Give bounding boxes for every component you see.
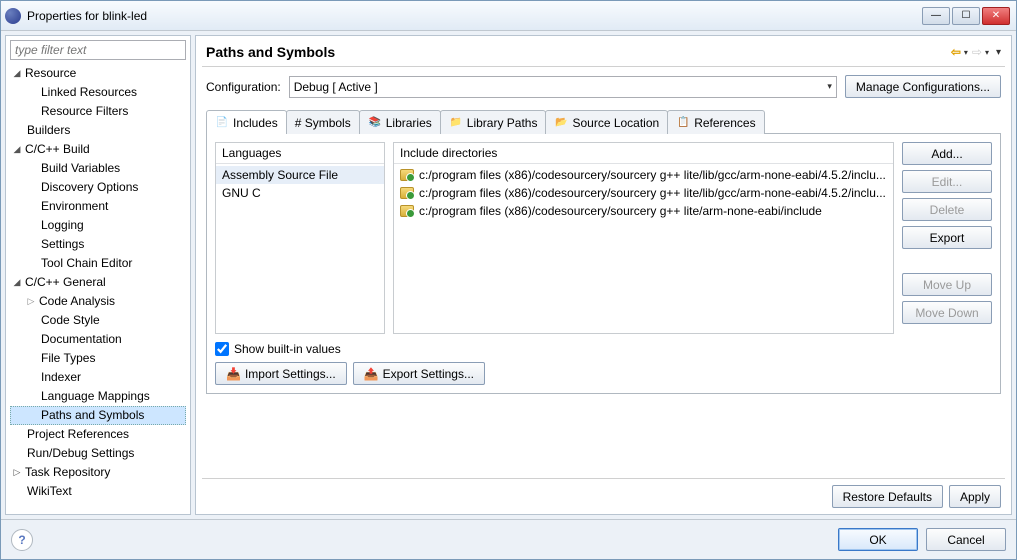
import-settings-button[interactable]: 📥Import Settings... <box>215 362 347 385</box>
include-row[interactable]: c:/program files (x86)/codesourcery/sour… <box>394 202 893 220</box>
eclipse-icon <box>5 8 21 24</box>
export-icon: 📤 <box>364 367 379 381</box>
languages-header: Languages <box>216 143 384 164</box>
titlebar: Properties for blink-led — ☐ ✕ <box>1 1 1016 31</box>
nav-tree[interactable]: ◢Resource Linked Resources Resource Filt… <box>10 64 186 510</box>
cancel-button[interactable]: Cancel <box>926 528 1006 551</box>
nav-arrows: ⇦▾ ⇨▾ ▾ <box>951 45 1001 59</box>
tree-item-indexer[interactable]: Indexer <box>10 368 186 387</box>
folder-icon <box>400 187 414 199</box>
maximize-button[interactable]: ☐ <box>952 7 980 25</box>
tree-item-language-mappings[interactable]: Language Mappings <box>10 387 186 406</box>
tree-item-environment[interactable]: Environment <box>10 197 186 216</box>
tree-item-ccpp-build[interactable]: ◢C/C++ Build <box>10 140 186 159</box>
minimize-button[interactable]: — <box>922 7 950 25</box>
tree-item-wikitext[interactable]: WikiText <box>10 482 186 501</box>
forward-button[interactable]: ⇨▾ <box>972 45 989 59</box>
filter-input[interactable] <box>10 40 186 60</box>
help-button[interactable]: ? <box>11 529 33 551</box>
move-down-button[interactable]: Move Down <box>902 301 992 324</box>
tree-item-code-style[interactable]: Code Style <box>10 311 186 330</box>
expand-icon[interactable]: ▷ <box>25 293 37 310</box>
restore-defaults-button[interactable]: Restore Defaults <box>832 485 943 508</box>
folder-icon <box>400 169 414 181</box>
tab-references[interactable]: 📋References <box>667 110 764 134</box>
tree-item-documentation[interactable]: Documentation <box>10 330 186 349</box>
tree-item-ccpp-general[interactable]: ◢C/C++ General <box>10 273 186 292</box>
export-button[interactable]: Export <box>902 226 992 249</box>
add-button[interactable]: Add... <box>902 142 992 165</box>
collapse-icon[interactable]: ◢ <box>11 141 23 158</box>
configuration-value: Debug [ Active ] <box>294 80 378 94</box>
tab-includes[interactable]: 📄Includes <box>206 110 287 134</box>
library-paths-icon: 📁 <box>449 116 463 130</box>
tab-symbols[interactable]: # Symbols <box>286 110 360 134</box>
source-location-icon: 📂 <box>554 116 568 130</box>
show-builtin-checkbox[interactable] <box>215 342 229 356</box>
expand-icon[interactable]: ▷ <box>11 464 23 481</box>
chevron-down-icon: ▾ <box>827 81 832 92</box>
tree-item-discovery-options[interactable]: Discovery Options <box>10 178 186 197</box>
tree-item-task-repository[interactable]: ▷Task Repository <box>10 463 186 482</box>
includes-icon: 📄 <box>215 116 229 130</box>
page-title: Paths and Symbols <box>206 44 335 60</box>
delete-button[interactable]: Delete <box>902 198 992 221</box>
edit-button[interactable]: Edit... <box>902 170 992 193</box>
include-directories-list[interactable]: Include directories c:/program files (x8… <box>393 142 894 334</box>
tree-panel: ◢Resource Linked Resources Resource Filt… <box>5 35 191 515</box>
include-row[interactable]: c:/program files (x86)/codesourcery/sour… <box>394 184 893 202</box>
apply-button[interactable]: Apply <box>949 485 1001 508</box>
move-up-button[interactable]: Move Up <box>902 273 992 296</box>
tree-item-project-references[interactable]: Project References <box>10 425 186 444</box>
side-buttons: Add... Edit... Delete Export Move Up Mov… <box>902 142 992 334</box>
include-row[interactable]: c:/program files (x86)/codesourcery/sour… <box>394 166 893 184</box>
tree-item-tool-chain-editor[interactable]: Tool Chain Editor <box>10 254 186 273</box>
configuration-label: Configuration: <box>206 80 281 94</box>
tree-item-linked-resources[interactable]: Linked Resources <box>10 83 186 102</box>
references-icon: 📋 <box>676 116 690 130</box>
content-panel: Paths and Symbols ⇦▾ ⇨▾ ▾ Configuration:… <box>195 35 1012 515</box>
tab-source-location[interactable]: 📂Source Location <box>545 110 668 134</box>
libraries-icon: 📚 <box>368 116 382 130</box>
tree-item-resource-filters[interactable]: Resource Filters <box>10 102 186 121</box>
window-title: Properties for blink-led <box>27 9 147 23</box>
dropdown-menu-button[interactable]: ▾ <box>993 45 1001 59</box>
import-icon: 📥 <box>226 367 241 381</box>
tree-item-resource[interactable]: ◢Resource <box>10 64 186 83</box>
export-settings-button[interactable]: 📤Export Settings... <box>353 362 485 385</box>
tree-item-run-debug-settings[interactable]: Run/Debug Settings <box>10 444 186 463</box>
close-button[interactable]: ✕ <box>982 7 1010 25</box>
tree-item-paths-symbols[interactable]: Paths and Symbols <box>10 406 186 425</box>
folder-icon <box>400 205 414 217</box>
tree-item-builders[interactable]: Builders <box>10 121 186 140</box>
tab-libraries[interactable]: 📚Libraries <box>359 110 441 134</box>
tree-item-file-types[interactable]: File Types <box>10 349 186 368</box>
tree-item-settings[interactable]: Settings <box>10 235 186 254</box>
show-builtin-label: Show built-in values <box>234 342 341 356</box>
ok-button[interactable]: OK <box>838 528 918 551</box>
tree-item-code-analysis[interactable]: ▷Code Analysis <box>10 292 186 311</box>
configuration-select[interactable]: Debug [ Active ] ▾ <box>289 76 837 98</box>
collapse-icon[interactable]: ◢ <box>11 274 23 291</box>
tree-item-build-variables[interactable]: Build Variables <box>10 159 186 178</box>
collapse-icon[interactable]: ◢ <box>11 65 23 82</box>
languages-list[interactable]: Languages Assembly Source File GNU C <box>215 142 385 334</box>
tabs: 📄Includes # Symbols 📚Libraries 📁Library … <box>206 110 1001 134</box>
include-header: Include directories <box>394 143 893 164</box>
tree-item-logging[interactable]: Logging <box>10 216 186 235</box>
back-button[interactable]: ⇦▾ <box>951 45 968 59</box>
tab-library-paths[interactable]: 📁Library Paths <box>440 110 547 134</box>
manage-configurations-button[interactable]: Manage Configurations... <box>845 75 1001 98</box>
language-row[interactable]: Assembly Source File <box>216 166 384 184</box>
language-row[interactable]: GNU C <box>216 184 384 202</box>
